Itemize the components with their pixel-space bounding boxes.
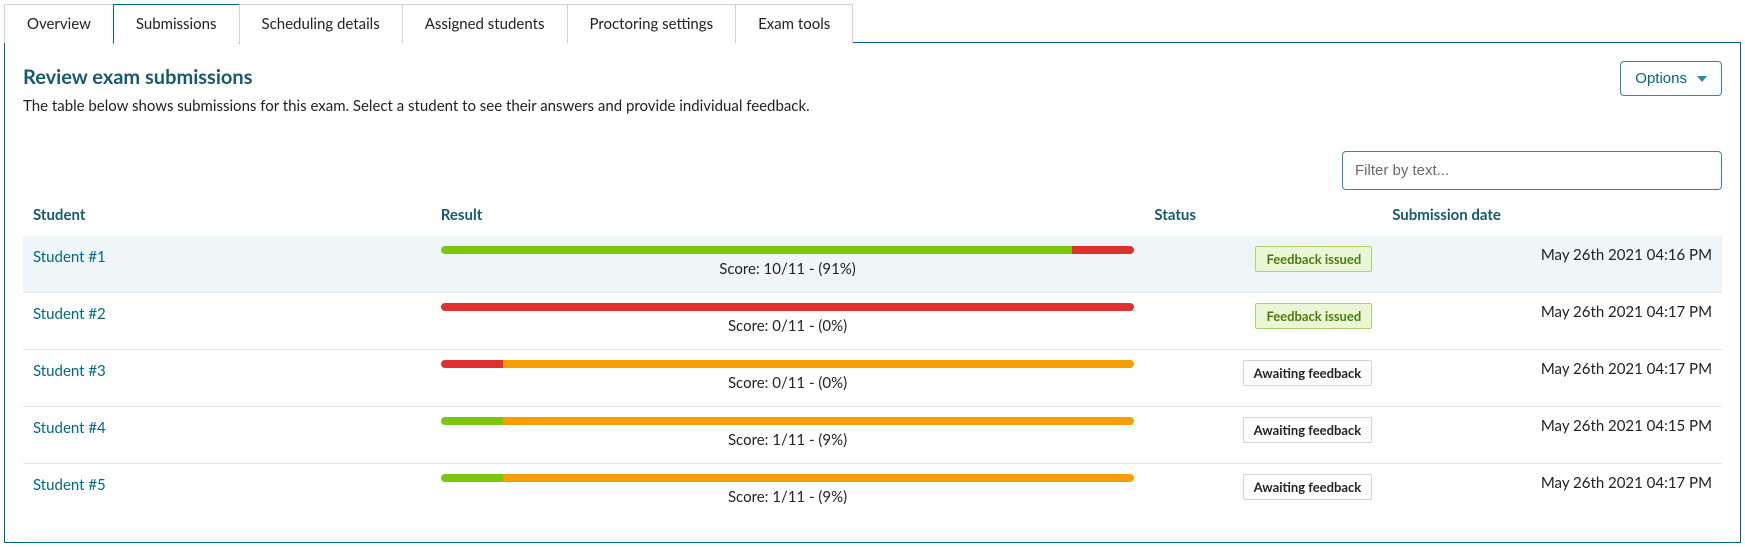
student-link[interactable]: Student #3 (33, 360, 106, 380)
submissions-table: Student Result Status Submission date St… (23, 198, 1722, 520)
result-bar (441, 303, 1135, 311)
bar-segment-red (441, 360, 503, 368)
bar-segment-green (441, 417, 503, 425)
student-link[interactable]: Student #5 (33, 474, 106, 494)
panel-subtitle: The table below shows submissions for th… (23, 97, 810, 115)
status-badge: Awaiting feedback (1243, 474, 1373, 500)
status-badge: Feedback issued (1255, 303, 1372, 329)
options-label: Options (1635, 70, 1687, 87)
score-text: Score: 0/11 - (0%) (441, 317, 1135, 335)
status-badge: Awaiting feedback (1243, 360, 1373, 386)
result-bar (441, 474, 1135, 482)
tab-scheduling-details[interactable]: Scheduling details (239, 4, 403, 43)
panel-title: Review exam submissions (23, 65, 810, 89)
result-bar (441, 246, 1135, 254)
tab-exam-tools[interactable]: Exam tools (735, 4, 853, 43)
bar-segment-orange (503, 417, 1134, 425)
table-row: Student #4 Score: 1/11 - (9%) Awaiting fee… (23, 407, 1722, 464)
student-link[interactable]: Student #2 (33, 303, 106, 323)
bar-segment-red (1072, 246, 1134, 254)
tab-bar: OverviewSubmissionsScheduling detailsAss… (4, 4, 1741, 43)
tab-overview[interactable]: Overview (4, 4, 114, 43)
table-row: Student #3 Score: 0/11 - (0%) Awaiting fee… (23, 350, 1722, 407)
submissions-panel: Review exam submissions The table below … (4, 42, 1741, 543)
col-header-student: Student (23, 198, 431, 236)
tab-proctoring-settings[interactable]: Proctoring settings (567, 4, 737, 43)
score-text: Score: 10/11 - (91%) (441, 260, 1135, 278)
student-link[interactable]: Student #1 (33, 246, 106, 266)
submission-date: May 26th 2021 04:17 PM (1382, 293, 1722, 350)
bar-segment-orange (503, 360, 1134, 368)
submission-date: May 26th 2021 04:17 PM (1382, 464, 1722, 521)
bar-segment-red (441, 303, 1135, 311)
status-badge: Feedback issued (1255, 246, 1372, 272)
bar-segment-orange (503, 474, 1134, 482)
score-text: Score: 1/11 - (9%) (441, 431, 1135, 449)
submission-date: May 26th 2021 04:16 PM (1382, 236, 1722, 293)
submission-date: May 26th 2021 04:15 PM (1382, 407, 1722, 464)
submission-date: May 26th 2021 04:17 PM (1382, 350, 1722, 407)
result-bar (441, 417, 1135, 425)
status-badge: Awaiting feedback (1243, 417, 1373, 443)
score-text: Score: 1/11 - (9%) (441, 488, 1135, 506)
filter-input[interactable] (1342, 151, 1722, 190)
col-header-status: Status (1144, 198, 1382, 236)
bar-segment-green (441, 246, 1072, 254)
chevron-down-icon (1697, 76, 1707, 82)
table-row: Student #5 Score: 1/11 - (9%) Awaiting fee… (23, 464, 1722, 521)
options-button[interactable]: Options (1620, 61, 1722, 96)
tab-assigned-students[interactable]: Assigned students (402, 4, 568, 43)
col-header-date: Submission date (1382, 198, 1722, 236)
tab-submissions[interactable]: Submissions (113, 4, 240, 44)
table-row: Student #2 Score: 0/11 - (0%) Feedback iss… (23, 293, 1722, 350)
table-row: Student #1 Score: 10/11 - (91%) Feedback i… (23, 236, 1722, 293)
bar-segment-green (441, 474, 503, 482)
student-link[interactable]: Student #4 (33, 417, 106, 437)
result-bar (441, 360, 1135, 368)
col-header-result: Result (431, 198, 1145, 236)
score-text: Score: 0/11 - (0%) (441, 374, 1135, 392)
